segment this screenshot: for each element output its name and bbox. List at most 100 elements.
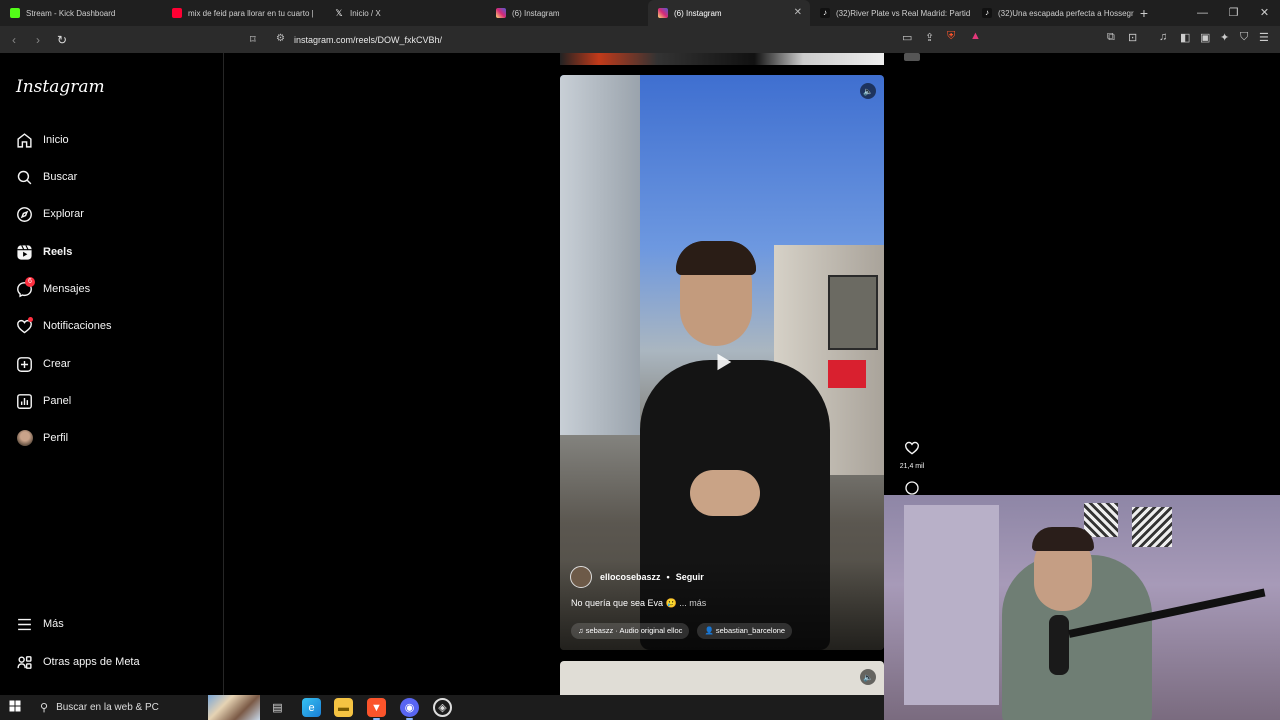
windows-taskbar: ⚲ Buscar en la web & PC ▤ e ▬ ▼ ◉ ◈: [0, 695, 884, 720]
sidebar-item-meta-apps[interactable]: Otras apps de Meta: [16, 650, 140, 674]
browser-tab[interactable]: 𝕏 Inicio / X: [324, 0, 486, 26]
video-scene: [690, 470, 760, 516]
person-icon: 👤: [704, 626, 716, 635]
sidebar-item-crear[interactable]: Crear: [16, 352, 71, 376]
webcam-scene: [1084, 503, 1118, 537]
menu-icon: [16, 616, 33, 633]
search-icon: [16, 169, 33, 186]
follow-button[interactable]: Seguir: [676, 572, 704, 582]
play-icon[interactable]: [712, 351, 734, 373]
close-tab-icon[interactable]: ✕: [794, 7, 802, 18]
messages-badge: 6: [25, 276, 35, 287]
brave-shield-icon[interactable]: ⛨: [947, 30, 955, 43]
instagram-sidebar: Instagram Inicio Buscar Explorar Reels 6…: [0, 53, 224, 695]
brave-browser-icon[interactable]: ▼: [367, 698, 386, 720]
sidebar-item-label: Perfil: [43, 432, 69, 444]
minimize-icon[interactable]: —: [1187, 0, 1218, 26]
like-heart-icon[interactable]: [904, 440, 920, 456]
instagram-favicon-icon: [658, 8, 668, 18]
reel-chips: ♫ sebaszz · Audio original elloc 👤 sebas…: [571, 623, 793, 639]
sidebar-item-inicio[interactable]: Inicio: [16, 128, 69, 152]
plus-icon: [16, 356, 33, 373]
close-window-icon[interactable]: ✕: [1249, 0, 1280, 26]
edge-icon[interactable]: e: [302, 698, 321, 717]
taskbar-search[interactable]: ⚲ Buscar en la web & PC: [32, 695, 159, 720]
sidebar-item-explorar[interactable]: Explorar: [16, 202, 84, 226]
previous-reel-action[interactable]: [904, 53, 920, 61]
url-text: instagram.com/reels/DOW_fxkCVBh/: [294, 34, 443, 45]
browser-tab[interactable]: mix de feid para llorar en tu cuarto |: [162, 0, 324, 26]
video-scene: [676, 241, 756, 275]
restore-icon[interactable]: ❐: [1218, 0, 1249, 26]
media-icon[interactable]: ♫: [1159, 31, 1167, 43]
browser-tab-bar: Stream - Kick Dashboard mix de feid para…: [0, 0, 1280, 26]
vpn-icon[interactable]: ⛉: [1240, 31, 1248, 44]
previous-reel-clip[interactable]: [560, 53, 884, 65]
sidebar-item-mensajes[interactable]: 6 Mensajes: [16, 276, 90, 301]
tab-title: (6) Instagram: [512, 8, 560, 18]
audio-chip[interactable]: ♫ sebaszz · Audio original elloc: [571, 623, 690, 639]
wallet-icon[interactable]: ▣: [1200, 31, 1210, 44]
new-tab-button[interactable]: +: [1134, 5, 1154, 21]
sidebar-item-buscar[interactable]: Buscar: [16, 165, 77, 189]
sidebar-item-mas[interactable]: Más: [16, 612, 64, 636]
x-favicon-icon: 𝕏: [334, 8, 344, 18]
share-icon[interactable]: ⇪: [925, 31, 934, 44]
browser-toolbar: ‹ › ↻ ⌑ ⚙ instagram.com/reels/DOW_fxkCVB…: [0, 26, 1280, 53]
video-scene: [828, 275, 878, 350]
tab-title: (32)River Plate vs Real Madrid: Partid: [836, 8, 971, 18]
window-controls: — ❐ ✕: [1187, 0, 1280, 26]
sidebar-item-label: Crear: [43, 358, 71, 370]
bookmark-icon[interactable]: ⌑: [250, 33, 256, 46]
search-highlight-image[interactable]: [208, 695, 260, 720]
instagram-logo[interactable]: Instagram: [16, 77, 105, 97]
address-bar[interactable]: ⌑ ⚙ instagram.com/reels/DOW_fxkCVBh/: [244, 29, 992, 50]
leo-ai-icon[interactable]: ✦: [1220, 31, 1229, 44]
webcam-scene: [904, 505, 999, 705]
browser-tab[interactable]: ♪ (32)River Plate vs Real Madrid: Partid: [810, 0, 972, 26]
windows-start-icon[interactable]: [0, 699, 30, 717]
volume-icon[interactable]: 🔈: [860, 669, 876, 685]
comment-icon[interactable]: [904, 480, 920, 496]
browser-tab[interactable]: (6) Instagram: [486, 0, 648, 26]
reel-caption: No quería que sea Eva 🥲 ... más: [571, 598, 706, 609]
browser-tab[interactable]: ♪ (32)Una escapada perfecta a Hossegr: [972, 0, 1134, 26]
search-icon: ⚲: [40, 702, 49, 714]
app-icon[interactable]: ◈: [433, 698, 452, 717]
screenshot-icon[interactable]: ⊡: [1128, 31, 1137, 44]
reel-video[interactable]: 🔈 ellocosebaszz • Seguir No quería que s…: [560, 75, 884, 650]
video-scene: [560, 75, 640, 435]
sidebar-item-label: Otras apps de Meta: [43, 656, 140, 668]
sidebar-item-panel[interactable]: Panel: [16, 389, 71, 413]
reel-username[interactable]: ellocosebaszz: [600, 572, 661, 582]
sidebar-item-notificaciones[interactable]: Notificaciones: [16, 314, 111, 338]
browser-menu-icon[interactable]: ☰: [1259, 31, 1269, 44]
sidebar-item-perfil[interactable]: Perfil: [16, 426, 68, 450]
browser-tab[interactable]: Stream - Kick Dashboard: [0, 0, 162, 26]
forward-icon[interactable]: ›: [28, 33, 48, 47]
next-reel-clip[interactable]: 🔈: [560, 661, 884, 695]
more-link[interactable]: ... más: [679, 598, 706, 608]
browser-tab-active[interactable]: (6) Instagram ✕: [648, 0, 810, 26]
sidebar-toggle-icon[interactable]: ◧: [1180, 31, 1190, 44]
task-view-icon[interactable]: ▤: [268, 698, 287, 717]
webcam-scene: [1132, 507, 1172, 547]
sidebar-item-label: Reels: [43, 246, 73, 258]
brave-rewards-icon[interactable]: ▲: [970, 30, 981, 42]
volume-icon[interactable]: 🔈: [860, 83, 876, 99]
tagged-user-chip[interactable]: 👤 sebastian_barcelone: [697, 623, 793, 639]
like-count: 21,4 mil: [899, 463, 925, 470]
file-explorer-icon[interactable]: ▬: [334, 698, 353, 717]
messenger-icon: 6: [16, 276, 35, 298]
avatar[interactable]: [570, 566, 592, 588]
cast-icon[interactable]: ▭: [902, 31, 912, 44]
extensions-icon[interactable]: ⧉: [1107, 31, 1115, 44]
back-icon[interactable]: ‹: [4, 33, 24, 47]
tiktok-favicon-icon: ♪: [820, 8, 830, 18]
reload-icon[interactable]: ↻: [52, 33, 72, 47]
site-info-icon[interactable]: ⚙: [276, 33, 285, 44]
sidebar-item-reels[interactable]: Reels: [16, 240, 72, 264]
avatar-icon: [16, 430, 33, 447]
obs-icon[interactable]: ◉: [400, 698, 419, 720]
tab-title: (32)Una escapada perfecta a Hossegr: [998, 8, 1134, 18]
